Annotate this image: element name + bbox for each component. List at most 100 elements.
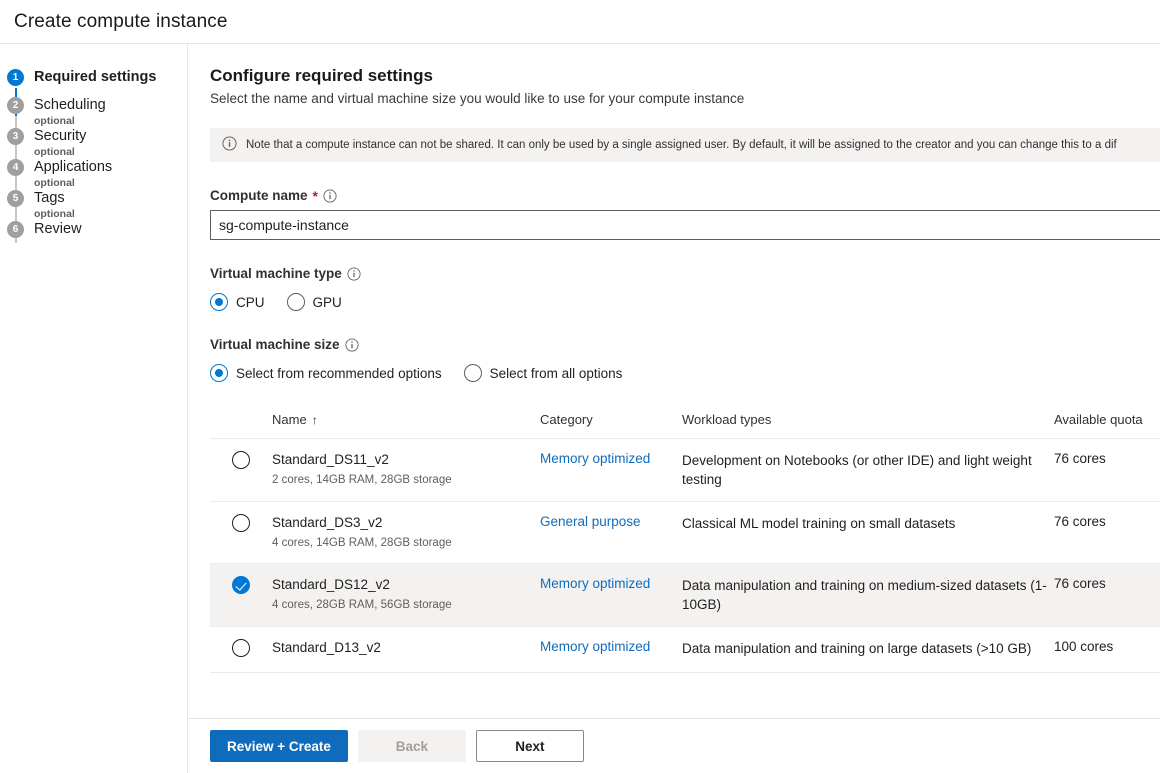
radio-indicator bbox=[464, 364, 482, 382]
vm-name: Standard_DS12_v2 bbox=[272, 576, 540, 593]
table-header-row: Name↑ Category Workload types Available … bbox=[210, 412, 1160, 439]
info-icon[interactable] bbox=[323, 189, 337, 203]
sidebar-item-optional-tag: optional bbox=[34, 208, 187, 220]
sidebar-item-required-settings[interactable]: 1 Required settings bbox=[0, 68, 187, 96]
sidebar-item-review[interactable]: 6 Review bbox=[0, 220, 187, 248]
sidebar-item-scheduling[interactable]: 2 Scheduling optional bbox=[0, 96, 187, 127]
compute-name-label-text: Compute name bbox=[210, 188, 308, 203]
row-select-cell[interactable] bbox=[210, 564, 272, 627]
vm-size-label: Virtual machine size bbox=[210, 337, 1160, 352]
row-radio-indicator-checked bbox=[232, 576, 250, 594]
next-button[interactable]: Next bbox=[476, 730, 584, 762]
row-workload-cell: Classical ML model training on small dat… bbox=[682, 502, 1054, 564]
row-radio-indicator bbox=[232, 514, 250, 532]
column-header-workload[interactable]: Workload types bbox=[682, 412, 1054, 439]
vm-type-radio-group: CPU GPU bbox=[210, 293, 1160, 311]
info-banner: Note that a compute instance can not be … bbox=[210, 128, 1160, 162]
vm-type-option-label: GPU bbox=[313, 295, 342, 310]
info-icon[interactable] bbox=[347, 267, 361, 281]
radio-indicator bbox=[210, 293, 228, 311]
category-link[interactable]: Memory optimized bbox=[540, 576, 650, 591]
vm-spec: 4 cores, 14GB RAM, 28GB storage bbox=[272, 536, 540, 551]
radio-indicator bbox=[210, 364, 228, 382]
required-asterisk: * bbox=[313, 189, 318, 203]
table-row[interactable]: Standard_DS3_v2 4 cores, 14GB RAM, 28GB … bbox=[210, 502, 1160, 564]
row-category-cell: Memory optimized bbox=[540, 564, 682, 627]
vm-size-option-recommended[interactable]: Select from recommended options bbox=[210, 364, 442, 382]
row-name-cell: Standard_DS3_v2 4 cores, 14GB RAM, 28GB … bbox=[272, 502, 540, 564]
section-title: Configure required settings bbox=[210, 66, 1160, 86]
vm-spec: 2 cores, 14GB RAM, 28GB storage bbox=[272, 473, 540, 488]
sidebar-item-security[interactable]: 3 Security optional bbox=[0, 127, 187, 158]
vm-sizes-table: Name↑ Category Workload types Available … bbox=[210, 412, 1160, 673]
sidebar-item-label: Required settings bbox=[34, 68, 187, 86]
vm-type-option-gpu[interactable]: GPU bbox=[287, 293, 342, 311]
row-workload-cell: Data manipulation and training on medium… bbox=[682, 564, 1054, 627]
sidebar-item-label: Review bbox=[34, 220, 187, 238]
step-number-badge: 2 bbox=[7, 97, 24, 114]
vm-type-label-text: Virtual machine type bbox=[210, 266, 342, 281]
column-header-name[interactable]: Name↑ bbox=[272, 412, 540, 439]
row-select-cell[interactable] bbox=[210, 627, 272, 673]
row-quota-cell: 100 cores bbox=[1054, 627, 1160, 673]
row-quota-cell: 76 cores bbox=[1054, 439, 1160, 502]
info-banner-text: Note that a compute instance can not be … bbox=[246, 139, 1117, 151]
category-link[interactable]: General purpose bbox=[540, 514, 641, 529]
window-title-bar: Create compute instance bbox=[0, 0, 1160, 44]
vm-size-label-text: Virtual machine size bbox=[210, 337, 340, 352]
row-quota-cell: 76 cores bbox=[1054, 564, 1160, 627]
row-name-cell: Standard_DS12_v2 4 cores, 28GB RAM, 56GB… bbox=[272, 564, 540, 627]
vm-type-option-cpu[interactable]: CPU bbox=[210, 293, 265, 311]
vm-size-option-all[interactable]: Select from all options bbox=[464, 364, 623, 382]
row-name-cell: Standard_D13_v2 bbox=[272, 627, 540, 673]
table-row-selected[interactable]: Standard_DS12_v2 4 cores, 28GB RAM, 56GB… bbox=[210, 564, 1160, 627]
table-row[interactable]: Standard_D13_v2 Memory optimized Data ma… bbox=[210, 627, 1160, 673]
page-body: 1 Required settings 2 Scheduling optiona… bbox=[0, 44, 1160, 773]
row-select-cell[interactable] bbox=[210, 502, 272, 564]
step-number-badge: 4 bbox=[7, 159, 24, 176]
row-radio-indicator bbox=[232, 451, 250, 469]
category-link[interactable]: Memory optimized bbox=[540, 451, 650, 466]
main-scroll-area: Configure required settings Select the n… bbox=[188, 44, 1160, 717]
column-header-quota[interactable]: Available quota bbox=[1054, 412, 1160, 439]
sidebar-item-label: Applications bbox=[34, 158, 187, 176]
column-header-category[interactable]: Category bbox=[540, 412, 682, 439]
row-quota-cell: 76 cores bbox=[1054, 502, 1160, 564]
page-title: Create compute instance bbox=[14, 11, 228, 33]
vm-size-option-label: Select from all options bbox=[490, 366, 623, 381]
table-row[interactable]: Standard_DS11_v2 2 cores, 14GB RAM, 28GB… bbox=[210, 439, 1160, 502]
sidebar-item-label: Tags bbox=[34, 189, 187, 207]
step-number-badge: 6 bbox=[7, 221, 24, 238]
sidebar-item-optional-tag: optional bbox=[34, 115, 187, 127]
vm-type-label: Virtual machine type bbox=[210, 266, 1160, 281]
radio-indicator bbox=[287, 293, 305, 311]
category-link[interactable]: Memory optimized bbox=[540, 639, 650, 654]
wizard-sidebar: 1 Required settings 2 Scheduling optiona… bbox=[0, 44, 188, 773]
vm-size-radio-group: Select from recommended options Select f… bbox=[210, 364, 1160, 382]
row-category-cell: Memory optimized bbox=[540, 439, 682, 502]
row-workload-cell: Development on Notebooks (or other IDE) … bbox=[682, 439, 1054, 502]
back-button: Back bbox=[358, 730, 466, 762]
info-icon[interactable] bbox=[345, 338, 359, 352]
row-radio-indicator bbox=[232, 639, 250, 657]
row-category-cell: General purpose bbox=[540, 502, 682, 564]
row-select-cell[interactable] bbox=[210, 439, 272, 502]
row-name-cell: Standard_DS11_v2 2 cores, 14GB RAM, 28GB… bbox=[272, 439, 540, 502]
sidebar-item-optional-tag: optional bbox=[34, 177, 187, 189]
vm-sizes-table-wrapper: Name↑ Category Workload types Available … bbox=[210, 412, 1160, 673]
row-category-cell: Memory optimized bbox=[540, 627, 682, 673]
sidebar-item-tags[interactable]: 5 Tags optional bbox=[0, 189, 187, 220]
wizard-footer: Review + Create Back Next bbox=[188, 718, 1160, 773]
sort-ascending-icon: ↑ bbox=[312, 413, 318, 427]
compute-name-input[interactable] bbox=[210, 210, 1160, 240]
section-subtitle: Select the name and virtual machine size… bbox=[210, 91, 1160, 106]
main-pane: Configure required settings Select the n… bbox=[188, 44, 1160, 773]
sidebar-item-applications[interactable]: 4 Applications optional bbox=[0, 158, 187, 189]
sidebar-item-label: Security bbox=[34, 127, 187, 145]
vm-type-option-label: CPU bbox=[236, 295, 265, 310]
vm-name: Standard_DS11_v2 bbox=[272, 451, 540, 468]
step-number-badge: 1 bbox=[7, 69, 24, 86]
step-number-badge: 3 bbox=[7, 128, 24, 145]
sidebar-item-label: Scheduling bbox=[34, 96, 187, 114]
review-create-button[interactable]: Review + Create bbox=[210, 730, 348, 762]
